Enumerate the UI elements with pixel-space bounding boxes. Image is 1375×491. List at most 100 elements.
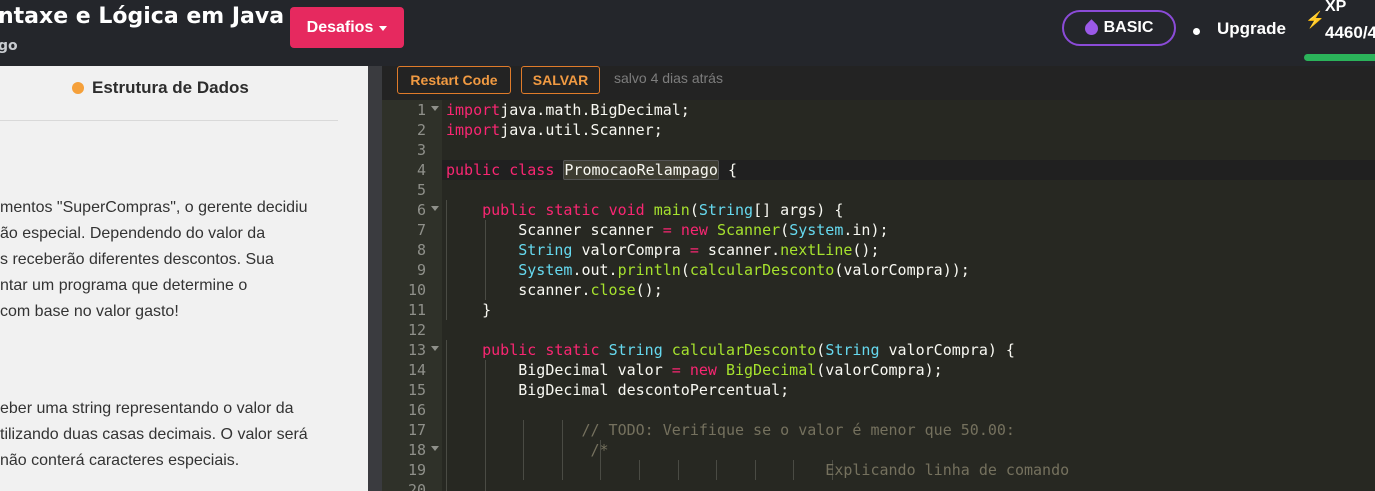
line-number: 5	[416, 181, 426, 199]
fold-toggle-icon[interactable]	[431, 346, 439, 351]
code-editor: Restart Code SALVAR salvo 4 dias atrás 1…	[382, 66, 1375, 491]
code-text: public class PromocaoRelampago {	[446, 160, 737, 180]
xp-progress-bar	[1304, 54, 1375, 61]
restart-code-button[interactable]: Restart Code	[397, 66, 511, 94]
code-token: String	[825, 341, 880, 359]
code-line[interactable]: 13 public static String calcularDesconto…	[382, 340, 1375, 360]
code-token: =	[662, 221, 672, 239]
line-number: 16	[407, 401, 426, 419]
code-line[interactable]: 7 Scanner scanner = new Scanner(System.i…	[382, 220, 1375, 240]
code-line[interactable]: 3	[382, 140, 1375, 160]
code-token: (	[780, 221, 790, 239]
code-line[interactable]: 8 String valorCompra = scanner.nextLine(…	[382, 240, 1375, 260]
code-text: importjava.math.BigDecimal;	[446, 100, 690, 120]
indent-guide	[484, 480, 486, 491]
code-token: Scanner scanner	[446, 221, 663, 239]
code-token: BigDecimal valor	[446, 361, 672, 379]
line-number: 11	[407, 301, 426, 319]
code-token: close	[590, 281, 636, 299]
code-line[interactable]: 18 /*	[382, 440, 1375, 460]
line-number: 10	[407, 281, 426, 299]
code-line[interactable]: 17 // TODO: Verifique se o valor é menor…	[382, 420, 1375, 440]
code-token: println	[617, 261, 681, 279]
code-token: // TODO: Verifique se o valor é menor qu…	[581, 421, 1015, 439]
input-line: eber uma string representando o valor da	[0, 400, 294, 417]
code-token: scanner.	[698, 241, 781, 259]
code-text: scanner.close();	[446, 280, 663, 300]
description-line: mentos "SuperCompras", o gerente decidiu	[0, 199, 308, 216]
line-number: 9	[416, 261, 426, 279]
code-text: BigDecimal valor = new BigDecimal(valorC…	[446, 360, 942, 380]
code-token: =	[689, 241, 699, 259]
challenge-description-panel: Estrutura de Dados mentos "SuperCompras"…	[0, 66, 368, 491]
fold-toggle-icon[interactable]	[431, 206, 439, 211]
code-token: void	[608, 201, 645, 219]
code-text: importjava.util.Scanner;	[446, 120, 663, 140]
code-line[interactable]: 2 importjava.util.Scanner;	[382, 120, 1375, 140]
plan-label: BASIC	[1103, 19, 1154, 36]
line-number: 19	[407, 461, 426, 479]
xp-value: 4460/4	[1325, 23, 1375, 42]
code-line[interactable]: 6 public static void main(String[] args)…	[382, 200, 1375, 220]
code-token: calcularDesconto	[689, 261, 835, 279]
code-line[interactable]: 1 importjava.math.BigDecimal;	[382, 100, 1375, 120]
plan-badge[interactable]: BASIC	[1062, 10, 1176, 46]
status-dot-icon	[72, 82, 84, 94]
drop-icon	[1081, 18, 1101, 38]
line-number: 6	[416, 201, 426, 219]
code-token: PromocaoRelampago	[563, 160, 719, 180]
code-text: /*	[446, 440, 609, 460]
code-token: String	[518, 241, 573, 259]
line-number: 14	[407, 361, 426, 379]
code-token: BigDecimal	[725, 361, 817, 379]
panel-resize-handle[interactable]	[368, 66, 382, 491]
code-token: public	[482, 341, 537, 359]
code-line[interactable]: 9 System.out.println(calcularDesconto(va…	[382, 260, 1375, 280]
input-line: não conterá caracteres especiais.	[0, 452, 240, 469]
code-token: /*	[590, 441, 609, 459]
fold-toggle-icon[interactable]	[431, 106, 439, 111]
code-line[interactable]: 16	[382, 400, 1375, 420]
code-token: valorCompra	[572, 241, 690, 259]
code-token: (valorCompra));	[834, 261, 970, 279]
indent-guide	[484, 400, 486, 420]
code-line[interactable]: 11 }	[382, 300, 1375, 320]
code-line[interactable]: 20	[382, 480, 1375, 491]
line-number: 2	[416, 121, 426, 139]
line-number: 12	[407, 321, 426, 339]
code-line[interactable]: 19 Explicando linha de comando	[382, 460, 1375, 480]
code-token: (	[680, 261, 690, 279]
code-token: public	[482, 201, 537, 219]
code-token: scanner.	[446, 281, 591, 299]
section-header: Estrutura de Dados	[72, 78, 249, 98]
code-token: main	[653, 201, 690, 219]
code-line[interactable]: 4 public class PromocaoRelampago {	[382, 160, 1375, 180]
code-line[interactable]: 15 BigDecimal descontoPercentual;	[382, 380, 1375, 400]
save-button[interactable]: SALVAR	[521, 66, 600, 94]
code-token: import	[446, 121, 501, 139]
code-token: nextLine	[780, 241, 853, 259]
code-token: java.util.Scanner;	[500, 121, 663, 139]
description-line: ntar um programa que determine o	[0, 277, 248, 294]
challenges-dropdown-button[interactable]: Desafios	[290, 7, 404, 48]
description-line: s receberão diferentes descontos. Sua	[0, 251, 274, 268]
code-token: Explicando linha de comando	[825, 461, 1070, 479]
code-line[interactable]: 12	[382, 320, 1375, 340]
separator-dot	[1193, 28, 1200, 35]
code-text: }	[446, 300, 491, 320]
fold-toggle-icon[interactable]	[431, 446, 439, 451]
upgrade-link[interactable]: Upgrade	[1217, 19, 1286, 39]
lightning-icon: ⚡	[1305, 12, 1325, 29]
code-line[interactable]: 5	[382, 180, 1375, 200]
code-line[interactable]: 10 scanner.close();	[382, 280, 1375, 300]
code-line[interactable]: 14 BigDecimal valor = new BigDecimal(val…	[382, 360, 1375, 380]
input-line: tilizando duas casas decimais. O valor s…	[0, 426, 308, 443]
